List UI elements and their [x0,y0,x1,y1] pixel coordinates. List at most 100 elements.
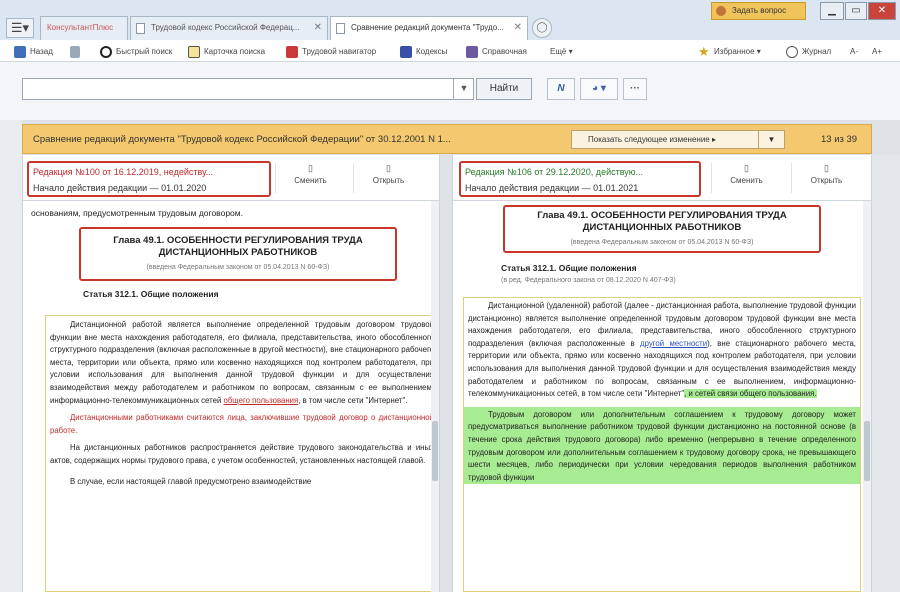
edition-start-date: Начало действия редакции — 01.01.2020 [33,183,207,193]
compare-bar: Сравнение редакций документа "Трудовой к… [22,124,872,154]
show-next-label: Показать следующее изменение [588,135,710,144]
open-edition-button[interactable]: ▯ Открыть [791,163,861,193]
user-icon [716,6,726,16]
tab-label: Трудовой кодекс Российской Федерац... [151,23,300,32]
chapter-heading: Глава 49.1. ОСОБЕННОСТИ РЕГУЛИРОВАНИЯ ТР… [509,210,815,249]
chevron-down-icon[interactable]: ▼ [758,131,784,148]
codes-label: Кодексы [416,47,448,56]
search-options-icon[interactable]: N [547,78,575,100]
navigator-icon [286,46,298,58]
search-dropdown-icon[interactable]: ▼ [453,78,474,100]
document-icon: ▯ [824,163,829,173]
change-edition-button[interactable]: ▯ Сменить [275,163,345,193]
change-counter: 13 из 39 [821,134,858,145]
close-icon[interactable]: ✕ [314,17,322,39]
favorites-label: Избранное [714,47,755,56]
zoom-in-button[interactable]: A+ [870,44,882,60]
arrow-right-icon [70,46,80,58]
quick-search-label: Быстрый поиск [116,47,173,56]
article-note[interactable]: (в ред. Федерального закона от 08.12.202… [501,275,676,287]
show-next-change-button[interactable]: Показать следующее изменение ▸ ▼ [571,130,785,149]
reference-button[interactable]: Справочная [464,44,527,60]
compare-title: Сравнение редакций документа "Трудовой к… [33,134,451,145]
scroll-thumb[interactable] [864,421,870,481]
chapter-note[interactable]: (введена Федеральным законом от 05.04.20… [509,237,815,249]
chapter-note[interactable]: (введена Федеральным законом от 05.04.20… [85,262,391,274]
find-button[interactable]: Найти [476,78,532,100]
star-icon: ★ [698,44,710,59]
deleted-text: Дистанционными работниками считаются лиц… [70,413,371,423]
tab-consultant[interactable]: КонсультантПлюс [40,16,128,40]
chapter-title: Глава 49.1. ОСОБЕННОСТИ РЕГУЛИРОВАНИЯ ТР… [537,210,787,233]
card-search-icon [188,46,200,58]
article-title: Статья 312.1. Общие положения [83,289,219,299]
toolbar: Назад Быстрый поиск Карточка поиска Труд… [0,40,900,62]
ask-label: Задать вопрос [732,6,787,15]
change-label: Сменить [730,176,763,185]
card-search-label: Карточка поиска [204,47,266,56]
new-tab-button[interactable]: ◯ [532,18,552,38]
labor-navigator-button[interactable]: Трудовой навигатор [284,44,376,60]
search-icon [100,46,112,58]
changed-fragment: Дистанционной работой является выполнени… [45,315,439,592]
paragraph: Дистанционной (удаленной) работой (далее… [464,300,860,401]
arrow-left-icon [14,46,26,58]
added-paragraph: Трудовым договором или дополнительным со… [464,406,860,485]
paragraph: Дистанционной работой является выполнени… [46,319,438,407]
zoom-out-button[interactable]: A- [848,44,858,60]
favorites-button[interactable]: ★ Избранное ▾ [696,44,761,60]
more-button[interactable]: Ещё ▾ [546,44,573,60]
window-close-button[interactable]: ✕ [868,2,896,20]
ask-question-button[interactable]: Задать вопрос [711,2,806,20]
search-input[interactable] [22,78,474,100]
forward-button[interactable] [68,44,80,60]
left-edition-header: Редакция №100 от 16.12.2019, недейству..… [23,155,439,201]
document-icon [136,23,145,34]
deleted-text[interactable]: общего пользования [223,396,298,405]
scroll-thumb[interactable] [432,421,438,481]
card-search-button[interactable]: Карточка поиска [186,44,265,60]
maximize-button[interactable]: ▭ [845,2,867,20]
codes-button[interactable]: Кодексы [398,44,447,60]
minimize-button[interactable]: ▁ [820,2,844,20]
quick-search-button[interactable]: Быстрый поиск [98,44,172,60]
menu-icon[interactable]: ☰▾ [6,18,34,38]
edition-title[interactable]: Редакция №100 от 16.12.2019, недейству..… [33,167,213,177]
tab-bar: ☰▾ КонсультантПлюс Трудовой кодекс Росси… [0,0,900,40]
back-button[interactable]: Назад [12,44,53,60]
right-edition-header: Редакция №106 от 29.12.2020, действую...… [453,155,871,201]
right-scrollbar[interactable] [863,201,871,592]
labor-navigator-label: Трудовой навигатор [302,47,377,56]
changed-fragment: Дистанционной (удаленной) работой (далее… [463,297,861,592]
chapter-heading: Глава 49.1. ОСОБЕННОСТИ РЕГУЛИРОВАНИЯ ТР… [85,235,391,274]
change-edition-button[interactable]: ▯ Сменить [711,163,781,193]
change-label: Сменить [294,176,327,185]
clock-icon [786,46,798,58]
document-icon: ▯ [386,163,391,173]
history-button[interactable]: Журнал [784,44,831,60]
search-row: ▼ Найти N ◕ ▾ ··· [0,62,900,120]
more-options-icon[interactable]: ··· [623,78,647,100]
codes-icon [400,46,412,58]
back-label: Назад [30,47,53,56]
paragraph: Дистанционными работниками считаются лиц… [46,412,438,437]
search-history-icon[interactable]: ◕ ▾ [580,78,618,100]
article-title: Статья 312.1. Общие положения [501,263,637,273]
edition-title[interactable]: Редакция №106 от 29.12.2020, действую... [465,167,643,177]
close-icon[interactable]: ✕ [514,17,522,39]
left-scrollbar[interactable] [431,201,439,592]
tab-labor-code[interactable]: Трудовой кодекс Российской Федерац... ✕ [130,16,328,40]
para-text: , в том числе сети "Интернет". [298,395,408,405]
open-edition-button[interactable]: ▯ Открыть [353,163,423,193]
link-text[interactable]: другой местности [640,339,707,348]
reference-icon [466,46,478,58]
reference-label: Справочная [482,47,527,56]
edition-start-date: Начало действия редакции — 01.01.2021 [465,183,639,193]
tab-compare[interactable]: Сравнение редакций документа "Трудо... ✕ [330,16,528,40]
tab-label: КонсультантПлюс [47,23,114,32]
right-edition-pane: Редакция №106 от 29.12.2020, действую...… [452,155,872,592]
paragraph: В случае, если настоящей главой предусмо… [70,476,312,486]
chapter-title: Глава 49.1. ОСОБЕННОСТИ РЕГУЛИРОВАНИЯ ТР… [113,235,363,258]
left-edition-pane: Редакция №100 от 16.12.2019, недейству..… [22,155,440,592]
added-text: , и сетей связи общего пользования. [684,389,817,399]
